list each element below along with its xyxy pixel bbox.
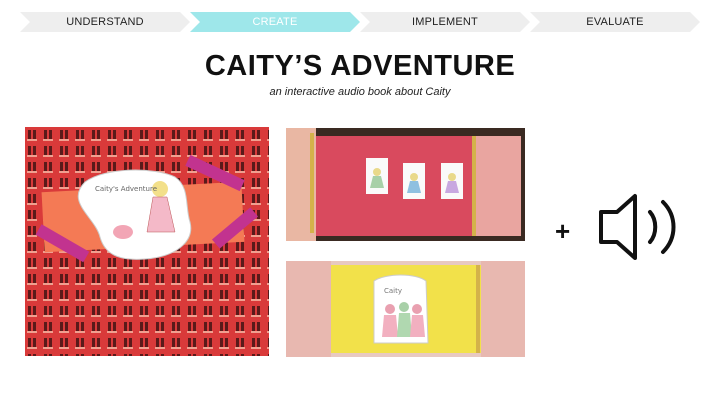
step-label: CREATE: [252, 16, 298, 28]
cover-handwritten-title: Caity's Adventure: [95, 185, 157, 193]
plus-sign: +: [555, 216, 571, 246]
progress-steps: UNDERSTAND CREATE IMPLEMENT EVALUATE: [20, 12, 700, 32]
book-cover-photo: Caity's Adventure: [25, 127, 269, 356]
page-title: CAITY’S ADVENTURE: [204, 50, 516, 82]
step-label: UNDERSTAND: [66, 16, 144, 28]
step-create[interactable]: CREATE: [190, 12, 360, 32]
book-page-yellow-photo: Caity: [286, 261, 525, 357]
step-understand[interactable]: UNDERSTAND: [20, 12, 190, 32]
speaker-icon: [595, 190, 695, 270]
book-page-pink-photo: [286, 128, 525, 241]
step-evaluate[interactable]: EVALUATE: [530, 12, 700, 32]
step-implement[interactable]: IMPLEMENT: [360, 12, 530, 32]
page-subtitle: an interactive audio book about Caity: [269, 86, 451, 98]
step-label: IMPLEMENT: [412, 16, 478, 28]
step-label: EVALUATE: [586, 16, 644, 28]
page-handwritten-label: Caity: [384, 287, 402, 295]
